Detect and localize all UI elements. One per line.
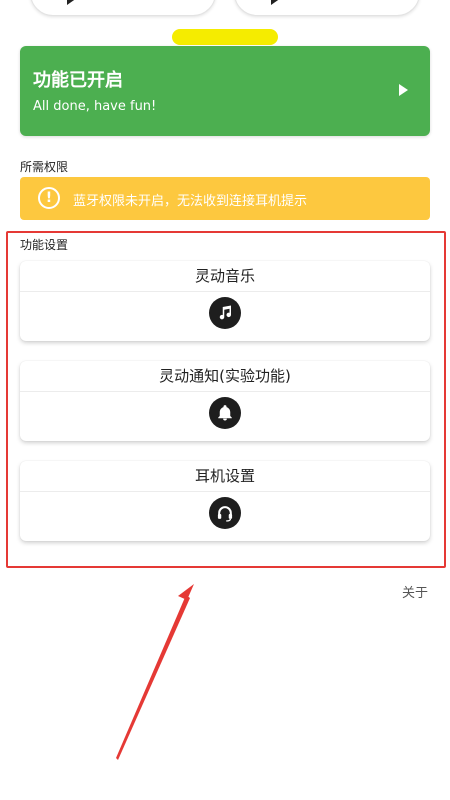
about-link[interactable]: 关于 xyxy=(402,582,428,601)
highlight-marker xyxy=(172,29,278,45)
play-icon xyxy=(271,0,281,5)
top-left-button[interactable] xyxy=(30,0,216,16)
status-title: 功能已开启 xyxy=(33,70,123,91)
annotation-highlight-frame xyxy=(6,231,446,568)
play-icon xyxy=(399,84,408,96)
play-icon xyxy=(67,0,77,5)
bluetooth-permission-warning[interactable]: ! 蓝牙权限未开启，无法收到连接耳机提示 xyxy=(20,177,430,220)
status-card[interactable]: 功能已开启 All done, have fun! xyxy=(20,46,430,136)
permissions-label: 所需权限 xyxy=(20,160,69,174)
warning-text: 蓝牙权限未开启，无法收到连接耳机提示 xyxy=(73,194,308,209)
top-right-button[interactable] xyxy=(234,0,420,16)
status-subtitle: All done, have fun! xyxy=(33,99,157,114)
warning-circle-icon: ! xyxy=(38,187,60,209)
